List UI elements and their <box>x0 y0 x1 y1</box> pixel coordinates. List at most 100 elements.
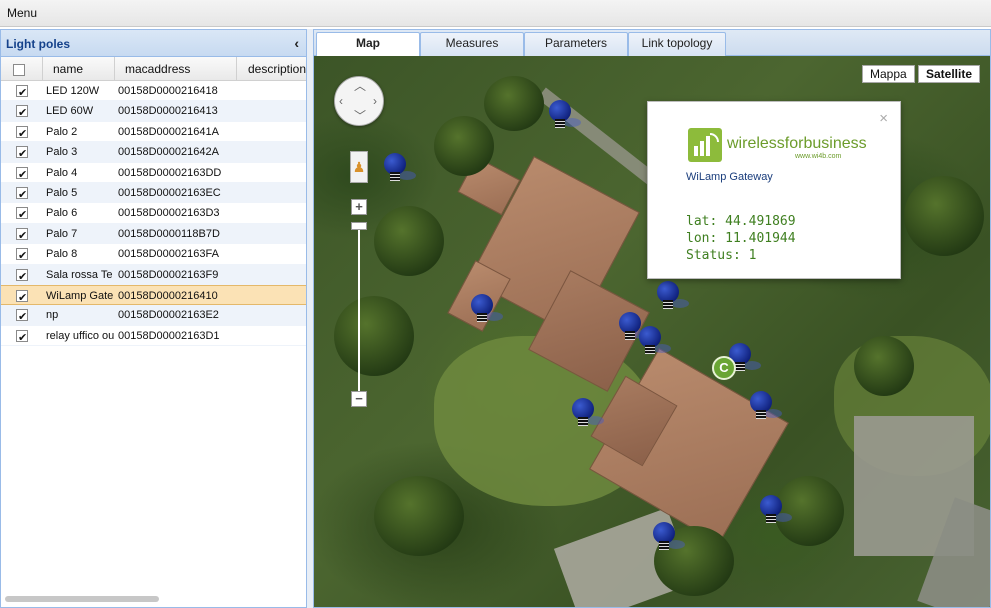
row-checkbox[interactable] <box>16 307 28 325</box>
row-checkbox[interactable] <box>16 267 28 285</box>
scrollbar-thumb[interactable] <box>5 596 159 602</box>
menu-button[interactable]: Menu <box>7 6 37 20</box>
row-checkbox-cell[interactable] <box>1 142 43 162</box>
column-header-name[interactable]: name <box>43 57 115 81</box>
row-macaddress: 00158D00002163D3 <box>118 207 220 220</box>
row-checkbox[interactable] <box>16 328 28 346</box>
light-pole-marker[interactable] <box>384 153 416 183</box>
row-name: LED 120W <box>46 85 100 97</box>
row-macaddress: 00158D00002163E2 <box>118 309 219 322</box>
row-checkbox-cell[interactable] <box>1 326 43 346</box>
zoom-out-button[interactable]: − <box>351 391 367 407</box>
row-description <box>237 305 307 325</box>
table-row[interactable]: Sala rossa Te 00158D00002163F9 <box>1 264 306 285</box>
satellite-map[interactable]: Mappa Satellite ︿ ﹀ ‹ › ♟ + − C × wirele… <box>314 56 990 607</box>
menu-bar: Menu <box>0 0 991 27</box>
table-row[interactable]: relay uffico ou00158D00002163D1 <box>1 326 306 347</box>
row-macaddress: 00158D00002163DD <box>118 166 222 179</box>
row-macaddress: 00158D00002163FA <box>118 248 219 261</box>
row-checkbox-cell[interactable] <box>1 101 43 121</box>
zoom-slider-handle[interactable] <box>351 222 367 230</box>
tree <box>854 336 914 396</box>
tab-parameters[interactable]: Parameters <box>524 32 628 56</box>
row-name: LED 60W <box>46 105 94 118</box>
light-pole-marker[interactable] <box>750 391 782 421</box>
row-description <box>237 81 307 101</box>
light-pole-marker[interactable] <box>760 495 792 525</box>
row-name: Palo 4 <box>46 166 78 179</box>
select-all-header[interactable] <box>1 57 43 81</box>
light-pole-marker[interactable] <box>657 281 689 311</box>
tree <box>904 176 984 256</box>
row-checkbox[interactable] <box>16 205 28 223</box>
map-type-roadmap-button[interactable]: Mappa <box>862 65 915 83</box>
row-checkbox[interactable] <box>16 288 28 306</box>
row-checkbox-cell[interactable] <box>1 244 43 264</box>
info-subtitle: WiLamp Gateway <box>686 171 773 183</box>
row-checkbox[interactable] <box>16 124 28 142</box>
pan-up-icon[interactable]: ︿ <box>354 80 366 92</box>
light-pole-marker[interactable] <box>619 312 651 342</box>
row-checkbox-cell[interactable] <box>1 286 43 306</box>
row-checkbox[interactable] <box>16 83 28 101</box>
row-checkbox[interactable] <box>16 185 28 203</box>
row-checkbox-cell[interactable] <box>1 265 43 285</box>
row-checkbox[interactable] <box>16 165 28 183</box>
zoom-in-button[interactable]: + <box>351 199 367 215</box>
close-icon[interactable]: × <box>879 110 888 127</box>
wireless-logo-icon <box>688 128 722 162</box>
row-macaddress: 00158D0000216410 <box>118 289 218 302</box>
table-row[interactable]: LED 120W 00158D0000216418 <box>1 81 307 102</box>
tree <box>434 116 494 176</box>
column-header-description[interactable]: description <box>237 57 307 81</box>
table-row[interactable]: Palo 4 00158D00002163DD <box>1 163 306 183</box>
horizontal-scrollbar[interactable] <box>1 594 306 604</box>
table-row[interactable]: Palo 3 00158D000021642A <box>1 142 306 163</box>
tab-map[interactable]: Map <box>316 32 420 57</box>
row-checkbox[interactable] <box>16 144 28 162</box>
table-row[interactable]: Palo 8 00158D00002163FA <box>1 244 306 265</box>
pan-left-icon[interactable]: ‹ <box>339 95 343 107</box>
map-type-satellite-button[interactable]: Satellite <box>918 65 981 83</box>
table-row[interactable]: WiLamp Gate 00158D0000216410 <box>1 284 306 306</box>
row-name: Palo 3 <box>46 146 78 159</box>
company-url: www.wi4b.com <box>795 153 842 160</box>
light-pole-marker[interactable] <box>653 522 685 552</box>
row-checkbox[interactable] <box>16 226 28 244</box>
row-checkbox-cell[interactable] <box>1 305 43 325</box>
row-checkbox[interactable] <box>16 103 28 121</box>
row-checkbox-cell[interactable] <box>1 224 43 244</box>
tab-measures[interactable]: Measures <box>420 32 524 56</box>
table-row[interactable]: LED 60W 00158D0000216413 <box>1 101 306 122</box>
table-row[interactable]: Palo 5 00158D00002163EC <box>1 182 306 204</box>
table-row[interactable]: Palo 6 00158D00002163D3 <box>1 203 306 224</box>
row-name: Palo 8 <box>46 248 78 261</box>
row-checkbox-cell[interactable] <box>1 183 43 203</box>
zoom-slider-track[interactable] <box>358 228 360 393</box>
table-row[interactable]: np 00158D00002163E2 <box>1 305 307 326</box>
light-pole-marker[interactable] <box>572 398 604 428</box>
light-pole-marker[interactable] <box>549 100 581 130</box>
row-checkbox-cell[interactable] <box>1 81 43 101</box>
light-pole-marker[interactable] <box>639 326 671 356</box>
street-view-pegman-icon[interactable]: ♟ <box>350 151 368 183</box>
gateway-marker[interactable]: C <box>712 356 736 380</box>
light-poles-panel: Light poles ‹ name macaddress descriptio… <box>0 29 307 608</box>
row-checkbox-cell[interactable] <box>1 122 43 142</box>
tab-link-topology[interactable]: Link topology <box>628 32 726 56</box>
tree <box>374 206 444 276</box>
pan-right-icon[interactable]: › <box>373 95 377 107</box>
row-macaddress: 00158D0000216418 <box>118 85 218 97</box>
select-all-checkbox[interactable] <box>13 63 25 76</box>
row-checkbox[interactable] <box>16 246 28 264</box>
table-row[interactable]: Palo 7 00158D0000118B7D <box>1 223 306 245</box>
column-header-macaddress[interactable]: macaddress <box>115 57 237 81</box>
row-checkbox-cell[interactable] <box>1 163 43 183</box>
pan-down-icon[interactable]: ﹀ <box>354 110 366 122</box>
table-row[interactable]: Palo 2 00158D000021641A <box>1 122 306 143</box>
row-macaddress: 00158D00002163D1 <box>118 329 220 342</box>
pan-control[interactable]: ︿ ﹀ ‹ › <box>334 76 384 126</box>
light-pole-marker[interactable] <box>471 294 503 324</box>
chevron-left-icon[interactable]: ‹ <box>294 35 299 51</box>
row-checkbox-cell[interactable] <box>1 203 43 223</box>
